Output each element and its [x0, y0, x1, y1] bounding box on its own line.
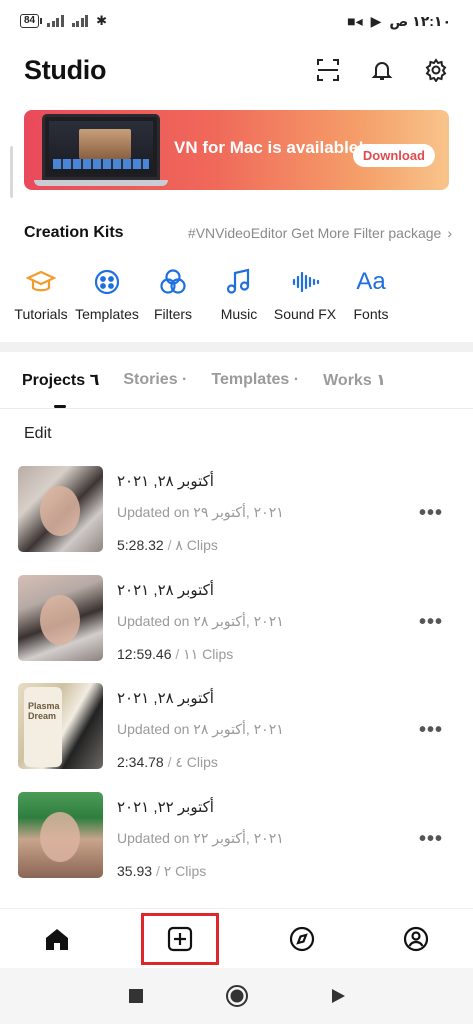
list-item[interactable]: أكتوبر ٢٨, ٢٠٢١ Updated on ٢٠٢١ ,أكتوبر … [0, 466, 473, 575]
more-options-icon[interactable]: ••• [419, 719, 443, 742]
bottom-nav [0, 908, 473, 968]
project-updated: Updated on ٢٠٢١ ,أكتوبر ٢٨ [117, 721, 284, 737]
bluetooth-icon: ✱ [96, 13, 108, 28]
project-clips: ٨ Clips [175, 537, 218, 553]
project-duration: 5:28.32 [117, 537, 164, 553]
kit-templates[interactable]: Templates [74, 266, 140, 322]
project-tabs: Projects ٦ Stories · Templates · Works ١ [22, 370, 386, 408]
project-thumbnail [18, 574, 103, 661]
list-item[interactable]: أكتوبر ٢٢, ٢٠٢١ Updated on ٢٠٢١ ,أكتوبر … [0, 791, 473, 901]
project-title: أكتوبر ٢٨, ٢٠٢١ [117, 581, 214, 599]
filter-package-link-text: #VNVideoEditor Get More Filter package [187, 225, 442, 241]
tab-stories[interactable]: Stories · [123, 371, 187, 389]
laptop-image [42, 114, 160, 180]
video-camera-icon: ■◂ [347, 12, 363, 29]
list-item[interactable]: أكتوبر ٢٨, ٢٠٢١ Updated on ٢٠٢١ ,أكتوبر … [0, 574, 473, 684]
project-title: أكتوبر ٢٢, ٢٠٢١ [117, 798, 214, 816]
project-updated: Updated on ٢٠٢١ ,أكتوبر ٢٢ [117, 829, 284, 846]
project-updated: Updated on ٢٠٢١ ,أكتوبر ٢٩ [117, 504, 284, 520]
project-duration: 12:59.46 [117, 645, 172, 662]
status-bar: 84 ✱ ■◂ ▶ ١٢:١٠ ص [0, 0, 473, 42]
scan-icon[interactable] [315, 57, 341, 83]
bell-icon[interactable] [369, 57, 395, 83]
system-navigation [0, 968, 473, 1024]
project-clips: ٤ Clips [175, 754, 218, 770]
battery-icon: 84 [20, 14, 43, 28]
project-thumbnail [18, 791, 103, 878]
signal-icon-2 [71, 15, 89, 27]
add-project-button[interactable] [140, 912, 219, 965]
project-thumbnail: Plasma Dream [18, 683, 103, 769]
graduation-cap-icon [25, 266, 57, 298]
header: Studio [24, 52, 449, 88]
page-title: Studio [24, 54, 107, 85]
font-icon: Aa [356, 268, 386, 295]
download-button[interactable]: Download [352, 144, 435, 167]
kit-label: Filters [153, 306, 193, 322]
kit-label: Sound FX [273, 306, 337, 322]
project-updated: Updated on ٢٠٢١ ,أكتوبر ٢٨ [117, 612, 284, 629]
creation-kits-row: Tutorials Templates Filters Music Sound … [8, 266, 470, 322]
kit-music[interactable]: Music [206, 266, 272, 322]
recents-icon[interactable] [123, 983, 149, 1009]
project-meta: 12:59.46 / ١١ Clips [117, 645, 234, 662]
project-title: أكتوبر ٢٨, ٢٠٢١ [117, 690, 214, 707]
scroll-indicator [10, 146, 13, 198]
creation-kits-title: Creation Kits [24, 224, 124, 241]
promo-banner[interactable]: VN for Mac is available! Download [24, 110, 449, 190]
creation-kits-header: Creation Kits #VNVideoEditor Get More Fi… [24, 224, 452, 242]
add-project-icon [167, 926, 192, 951]
explore-icon[interactable] [272, 914, 332, 964]
project-meta: 2:34.78 / ٤ Clips [117, 754, 218, 770]
project-list: أكتوبر ٢٨, ٢٠٢١ Updated on ٢٠٢١ ,أكتوبر … [0, 466, 473, 900]
kit-label: Tutorials [14, 306, 68, 322]
project-title: أكتوبر ٢٨, ٢٠٢١ [117, 473, 214, 490]
play-store-icon: ▶ [370, 12, 382, 29]
kit-tutorials[interactable]: Tutorials [8, 266, 74, 322]
clock: ١٢:١٠ ص [389, 12, 451, 29]
kit-fonts[interactable]: Aa Fonts [338, 266, 404, 322]
tab-projects[interactable]: Projects ٦ [22, 370, 99, 408]
tab-templates[interactable]: Templates · [211, 371, 299, 389]
kit-filters[interactable]: Filters [140, 266, 206, 322]
project-thumbnail [18, 466, 103, 552]
profile-icon[interactable] [386, 914, 446, 964]
filters-icon [157, 266, 189, 298]
list-item[interactable]: Plasma Dream أكتوبر ٢٨, ٢٠٢١ Updated on ٢… [0, 683, 473, 792]
tab-works[interactable]: Works ١ [323, 370, 386, 390]
templates-icon [91, 266, 123, 298]
kit-label: Templates [75, 306, 139, 322]
kit-label: Fonts [353, 306, 389, 322]
chevron-right-icon: › [447, 225, 452, 241]
more-options-icon[interactable]: ••• [419, 502, 443, 525]
kit-label: Music [220, 306, 258, 322]
sound-wave-icon [289, 266, 321, 298]
project-meta: 5:28.32 / ٨ Clips [117, 537, 218, 553]
project-clips: ٢ Clips [163, 862, 207, 879]
project-clips: ١١ Clips [183, 645, 234, 662]
kit-sound-fx[interactable]: Sound FX [272, 266, 338, 322]
more-options-icon[interactable]: ••• [419, 828, 443, 851]
project-meta: 35.93 / ٢ Clips [117, 862, 207, 879]
gear-icon[interactable] [423, 57, 449, 83]
banner-text: VN for Mac is available! [174, 138, 364, 157]
project-duration: 35.93 [117, 862, 153, 879]
section-divider [0, 342, 473, 352]
home-system-icon[interactable] [224, 983, 250, 1009]
signal-icon [47, 15, 64, 27]
home-icon[interactable] [27, 914, 87, 964]
tabs-divider [0, 408, 473, 409]
edit-button[interactable]: Edit [24, 425, 52, 443]
laptop-base [34, 180, 168, 186]
filter-package-link[interactable]: #VNVideoEditor Get More Filter package › [188, 225, 452, 241]
project-duration: 2:34.78 [117, 754, 164, 770]
back-icon[interactable] [325, 983, 351, 1009]
more-options-icon[interactable]: ••• [419, 611, 443, 634]
music-note-icon [223, 266, 255, 298]
